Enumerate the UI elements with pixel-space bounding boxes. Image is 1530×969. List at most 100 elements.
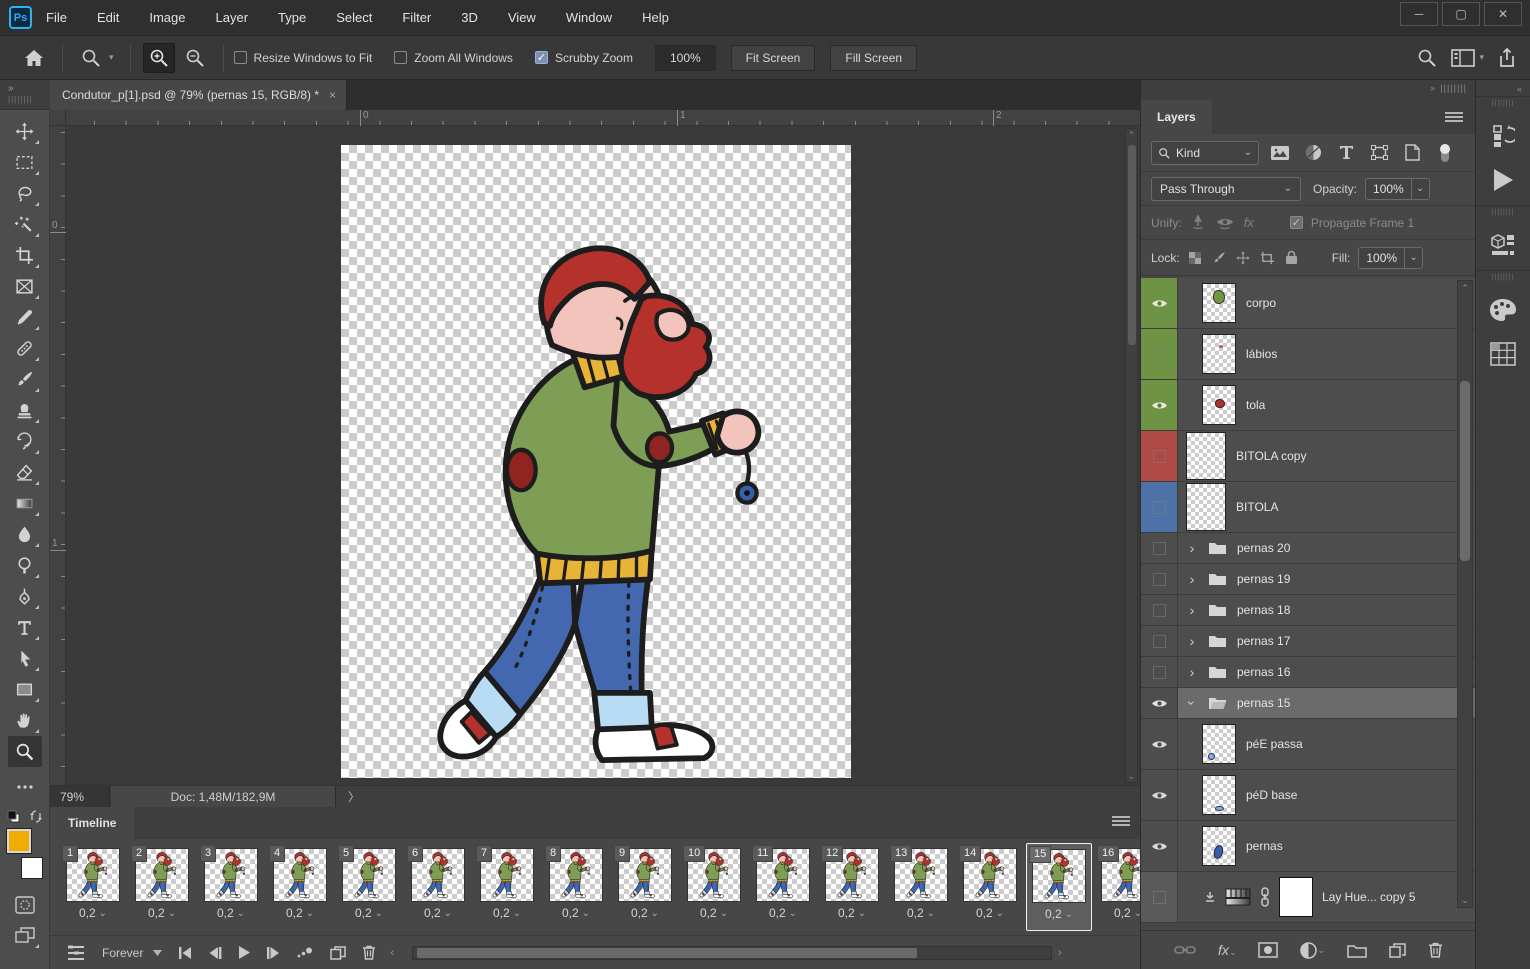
next-frame-button[interactable] <box>258 941 288 965</box>
chevron-down-icon[interactable]: › <box>1184 697 1200 709</box>
unify-style-icon[interactable]: fx <box>1244 215 1254 230</box>
visibility-toggle[interactable] <box>1141 872 1178 922</box>
move-tool[interactable] <box>8 116 42 147</box>
scroll-down-icon[interactable]: ⌄ <box>1458 893 1472 907</box>
menu-3d[interactable]: 3D <box>461 10 478 25</box>
timeline-frame[interactable]: 70,2⌄ <box>474 843 540 931</box>
zoom-100-button[interactable]: 100% <box>655 45 716 71</box>
lock-all-icon[interactable] <box>1285 250 1298 265</box>
layer-thumbnail[interactable] <box>1186 483 1226 531</box>
filter-adjustment-layers-icon[interactable] <box>1301 142 1325 164</box>
new-group-icon[interactable] <box>1347 943 1367 958</box>
chevron-right-icon[interactable]: › <box>1186 633 1198 649</box>
menu-help[interactable]: Help <box>642 10 669 25</box>
eyedropper-tool[interactable] <box>8 302 42 333</box>
timeline-frame[interactable]: 50,2⌄ <box>336 843 402 931</box>
filter-kind-dropdown[interactable]: Kind ⌄ <box>1151 141 1259 165</box>
timeline-frame[interactable]: 160,2⌄ <box>1095 843 1140 931</box>
menu-layer[interactable]: Layer <box>216 10 249 25</box>
chevron-right-icon[interactable]: › <box>1186 664 1198 680</box>
chevron-right-icon[interactable]: › <box>1186 571 1198 587</box>
menu-window[interactable]: Window <box>566 10 612 25</box>
eraser-tool[interactable] <box>8 457 42 488</box>
layer-thumbnail[interactable] <box>1186 432 1226 480</box>
color-panel-icon[interactable] <box>1488 295 1518 325</box>
rectangle-tool[interactable] <box>8 674 42 705</box>
blur-tool[interactable] <box>8 519 42 550</box>
zoom-level-field[interactable]: 79% <box>50 786 110 808</box>
lock-position-icon[interactable] <box>1236 251 1250 265</box>
magic-wand-tool[interactable] <box>8 209 42 240</box>
zoom-in-button[interactable] <box>143 43 175 73</box>
frame-duration[interactable]: 0,2⌄ <box>474 906 540 920</box>
scrollbar-thumb[interactable] <box>1460 381 1470 561</box>
new-frame-button[interactable] <box>322 941 354 965</box>
layer-row-bitola-copy[interactable]: BITOLA copy <box>1141 431 1476 482</box>
visibility-toggle[interactable] <box>1141 482 1178 532</box>
swatches-panel-icon[interactable] <box>1488 339 1518 369</box>
gradient-tool[interactable] <box>8 488 42 519</box>
dodge-tool[interactable] <box>8 550 42 581</box>
swap-colors-icon[interactable] <box>29 810 43 823</box>
lock-artboard-icon[interactable] <box>1260 251 1275 265</box>
layer-thumbnail[interactable] <box>1202 334 1236 374</box>
new-adjustment-layer-icon[interactable]: ⌄ <box>1300 942 1325 959</box>
screen-mode-icon[interactable] <box>8 920 42 951</box>
layer-thumbnail[interactable] <box>1202 775 1236 815</box>
timeline-frame[interactable]: 30,2⌄ <box>198 843 264 931</box>
close-button[interactable]: ✕ <box>1484 2 1522 26</box>
frame-duration[interactable]: 0,2⌄ <box>1095 906 1140 920</box>
frame-tool[interactable] <box>8 271 42 302</box>
layers-panel-tab[interactable]: Layers <box>1141 100 1212 134</box>
share-icon[interactable] <box>1498 48 1516 68</box>
layer-thumbnail[interactable] <box>1202 826 1236 866</box>
scrubby-zoom-checkbox[interactable]: ✓ Scrubby Zoom <box>535 51 633 65</box>
zoom-tool-preset-icon[interactable] <box>75 43 107 73</box>
filter-toggle-switch[interactable] <box>1433 142 1457 164</box>
search-icon[interactable] <box>1417 48 1437 68</box>
layer-thumbnail[interactable] <box>1202 724 1236 764</box>
canvas-pasteboard[interactable]: ⌃ ⌄ <box>66 126 1140 785</box>
visibility-toggle[interactable] <box>1141 719 1178 769</box>
lasso-tool[interactable] <box>8 178 42 209</box>
add-layer-mask-icon[interactable] <box>1258 942 1278 958</box>
menu-image[interactable]: Image <box>149 10 185 25</box>
toolbar-header[interactable]: »|||||||| <box>0 80 50 110</box>
3d-panel-icon[interactable] <box>1488 230 1518 260</box>
actions-panel-icon[interactable] <box>1488 165 1518 195</box>
canvas-vertical-scrollbar[interactable]: ⌃ ⌄ <box>1125 128 1138 783</box>
crop-tool[interactable] <box>8 240 42 271</box>
delete-layer-icon[interactable] <box>1428 942 1443 958</box>
layers-scrollbar[interactable]: ⌃ ⌄ <box>1457 280 1473 908</box>
maximize-button[interactable]: ▢ <box>1442 2 1480 26</box>
unify-visibility-icon[interactable] <box>1216 216 1234 230</box>
timeline-frame[interactable]: 110,2⌄ <box>750 843 816 931</box>
scroll-down-icon[interactable]: ⌄ <box>1126 770 1137 782</box>
collapse-dock-icon[interactable]: « <box>1476 80 1530 96</box>
document-canvas[interactable] <box>341 145 851 778</box>
menu-type[interactable]: Type <box>278 10 306 25</box>
workspace-switcher[interactable]: ▾ <box>1451 49 1484 67</box>
timeline-frame[interactable]: 90,2⌄ <box>612 843 678 931</box>
timeline-frame[interactable]: 130,2⌄ <box>888 843 954 931</box>
group-row-pernas-18[interactable]: › pernas 18 <box>1141 595 1476 626</box>
layer-row-bitola[interactable]: BITOLA <box>1141 482 1476 533</box>
edit-toolbar-icon[interactable] <box>8 771 42 802</box>
tween-button[interactable] <box>288 941 322 965</box>
visibility-toggle[interactable] <box>1141 595 1178 625</box>
visibility-toggle[interactable] <box>1141 564 1178 594</box>
chevron-right-icon[interactable]: › <box>1186 602 1198 618</box>
timeline-frame[interactable]: 100,2⌄ <box>681 843 747 931</box>
spot-healing-brush-tool[interactable] <box>8 333 42 364</box>
visibility-toggle[interactable] <box>1141 329 1178 379</box>
menu-edit[interactable]: Edit <box>97 10 119 25</box>
filter-pixel-layers-icon[interactable] <box>1268 142 1292 164</box>
visibility-toggle[interactable] <box>1141 431 1178 481</box>
chevron-right-icon[interactable]: › <box>1186 540 1198 556</box>
timeline-frame[interactable]: 80,2⌄ <box>543 843 609 931</box>
default-colors-icon[interactable] <box>7 810 20 823</box>
opacity-value[interactable]: 100% <box>1365 178 1412 200</box>
visibility-toggle[interactable] <box>1141 770 1178 820</box>
close-tab-icon[interactable]: × <box>329 88 336 102</box>
chevron-down-icon[interactable]: ⌄ <box>1412 178 1430 200</box>
